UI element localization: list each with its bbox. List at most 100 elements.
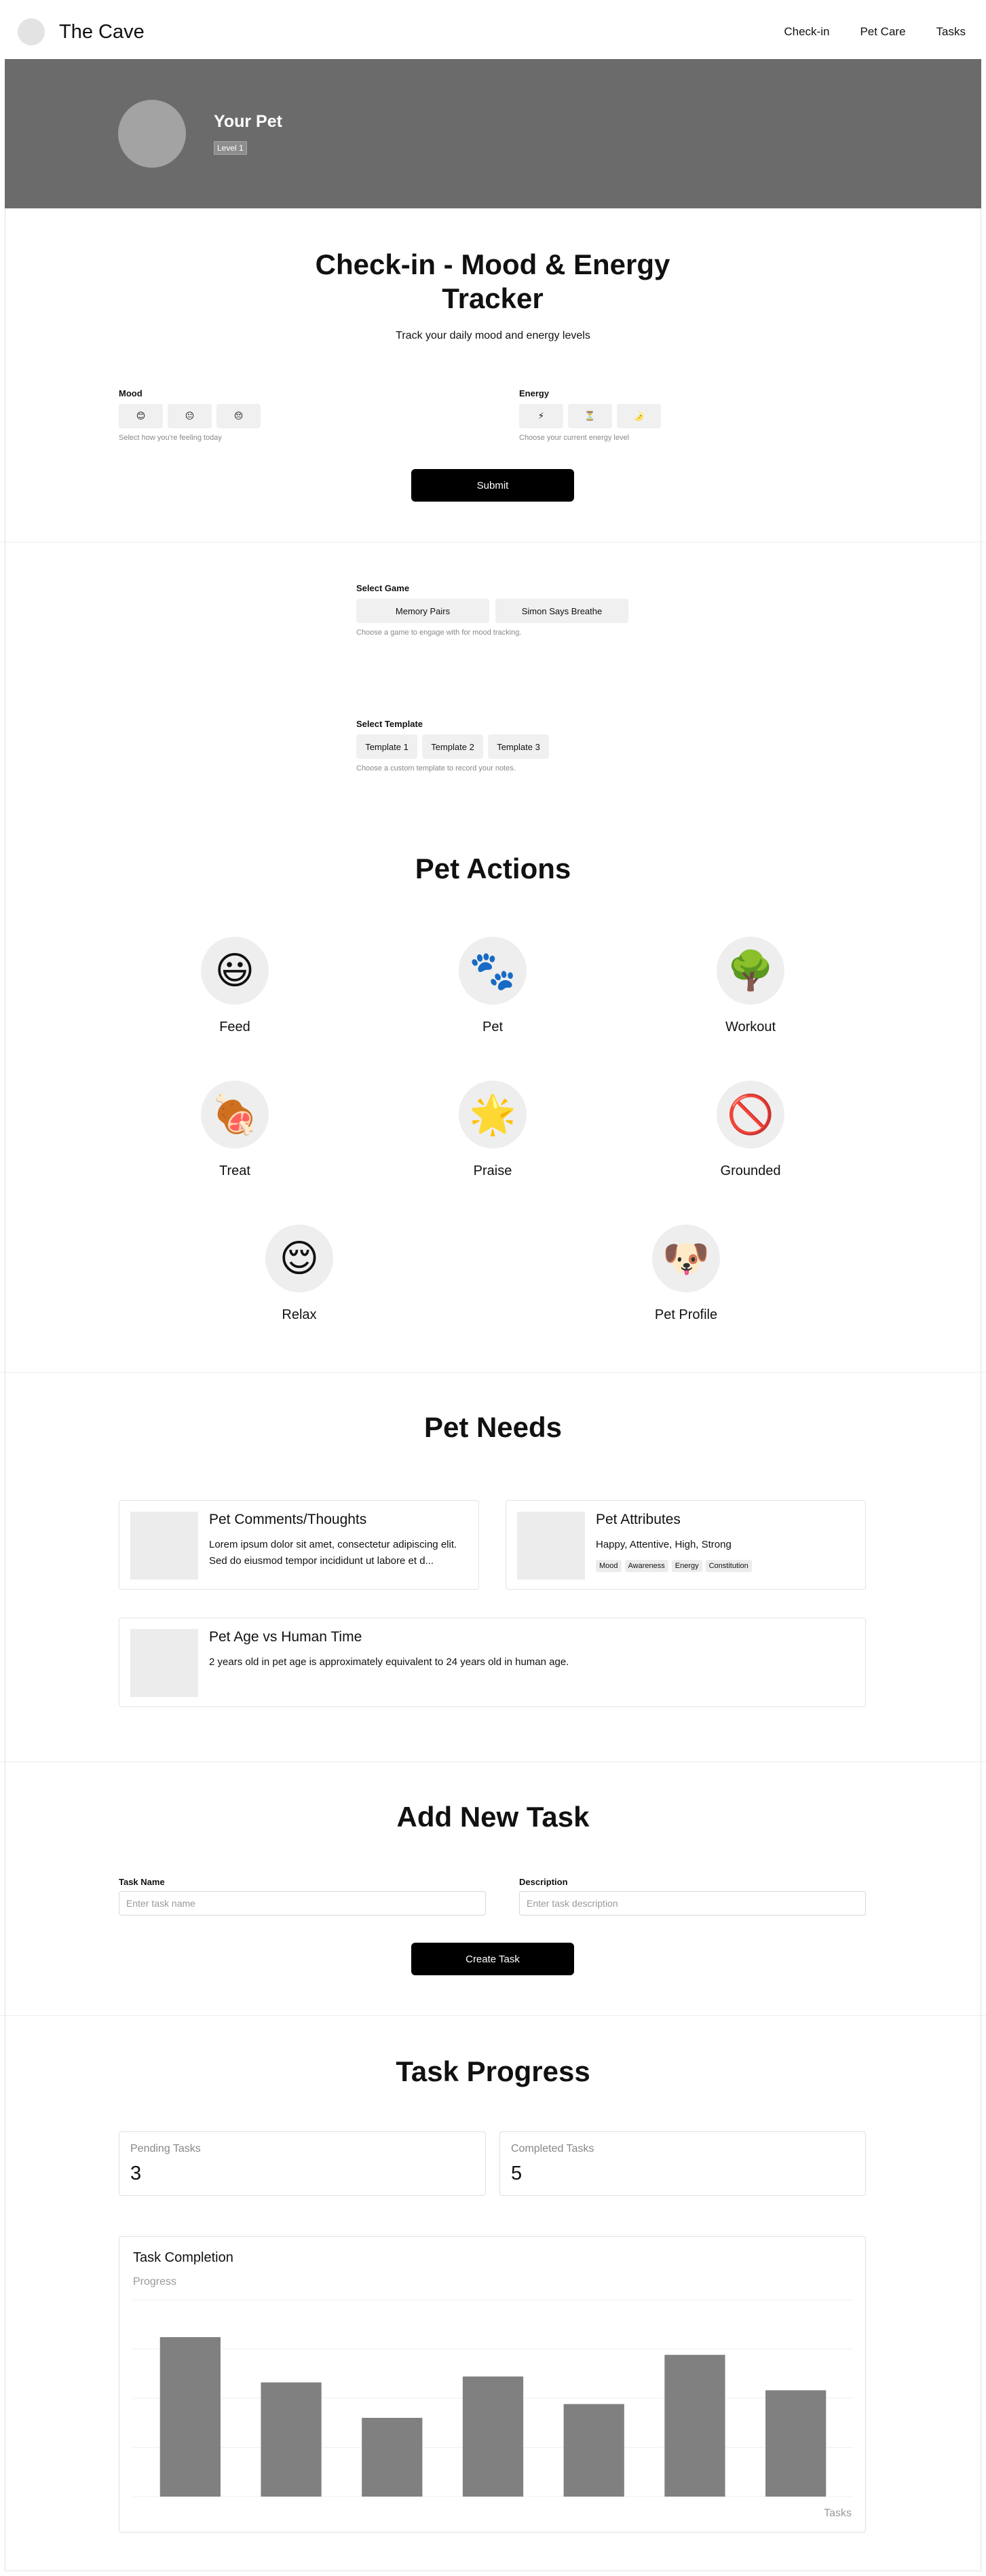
task-completion-chart-card: Task Completion Progress Tasks: [119, 2236, 866, 2533]
relieved-face-icon: 😌: [265, 1225, 333, 1292]
dog-face-icon: 🐶: [652, 1225, 720, 1292]
action-label: Feed: [219, 1020, 250, 1034]
action-feed[interactable]: 😃 Feed: [167, 937, 303, 1035]
pet-level-badge: Level 1: [214, 141, 247, 155]
tree-icon: 🌳: [717, 937, 784, 1005]
pet-needs-title: Pet Needs: [423, 1411, 563, 1443]
pending-tasks-card: Pending Tasks 3: [119, 2131, 486, 2196]
action-label: Workout: [725, 1020, 776, 1034]
task-name-field: Task Name Enter task name: [119, 1877, 486, 1916]
chart-title: Task Completion: [133, 2250, 233, 2265]
logo-icon[interactable]: [18, 18, 45, 45]
tag-mood: Mood: [596, 1560, 622, 1572]
chart-bar[interactable]: [462, 2376, 524, 2497]
comments-image: [130, 1512, 198, 1580]
energy-field: Energy ⚡ ⏳ 🌛 Choose your current energy …: [519, 388, 661, 442]
tag-awareness: Awareness: [624, 1560, 668, 1572]
add-task-title: Add New Task: [396, 1801, 590, 1833]
template-options: Template 1 Template 2 Template 3: [356, 734, 549, 759]
task-progress-title: Task Progress: [396, 2055, 590, 2087]
chart-bar[interactable]: [664, 2355, 725, 2497]
top-navbar: The Cave Check-in Pet Care Tasks: [5, 5, 981, 59]
mood-option-neutral[interactable]: 😐: [168, 404, 212, 428]
page: The Cave Check-in Pet Care Tasks Your Pe…: [0, 0, 986, 2576]
create-task-button[interactable]: Create Task: [411, 1943, 574, 1975]
chart-bar[interactable]: [362, 2418, 423, 2497]
action-label: Praise: [473, 1163, 512, 1178]
template-option-2[interactable]: Template 2: [422, 734, 483, 759]
attribute-tags: Mood Awareness Energy Constitution: [596, 1560, 752, 1572]
task-completion-chart: [133, 2299, 853, 2497]
game-option-memory-pairs[interactable]: Memory Pairs: [356, 599, 489, 623]
mood-label: Mood: [119, 388, 143, 398]
energy-hint: Choose your current energy level: [519, 434, 630, 442]
template-option-3[interactable]: Template 3: [488, 734, 549, 759]
section-divider: [0, 1372, 986, 1373]
task-name-input[interactable]: Enter task name: [119, 1891, 486, 1916]
description-input[interactable]: Enter task description: [519, 1891, 866, 1916]
task-description-field: Description Enter task description: [519, 1877, 866, 1916]
nav-link-tasks[interactable]: Tasks: [936, 25, 966, 39]
action-label: Relax: [282, 1307, 317, 1322]
description-label: Description: [519, 1877, 568, 1887]
task-name-label: Task Name: [119, 1877, 165, 1887]
mood-field: Mood 😊 😐 😔 Select how you're feeling tod…: [119, 388, 261, 442]
age-image: [130, 1629, 198, 1697]
age-title: Pet Age vs Human Time: [209, 1629, 362, 1645]
mood-option-sad[interactable]: 😔: [216, 404, 261, 428]
completed-tasks-label: Completed Tasks: [511, 2143, 594, 2154]
mood-options: 😊 😐 😔: [119, 404, 261, 428]
template-hint: Choose a custom template to record your …: [356, 764, 516, 772]
template-select: Select Template Template 1 Template 2 Te…: [356, 719, 549, 772]
template-option-1[interactable]: Template 1: [356, 734, 417, 759]
nav-link-pet-care[interactable]: Pet Care: [860, 25, 905, 39]
game-select: Select Game Memory Pairs Simon Says Brea…: [356, 583, 628, 637]
chart-bar[interactable]: [159, 2337, 221, 2497]
submit-button[interactable]: Submit: [411, 469, 574, 502]
comments-title: Pet Comments/Thoughts: [209, 1512, 367, 1527]
pet-hero-banner: Your Pet Level 1: [5, 59, 981, 208]
game-option-simon-says[interactable]: Simon Says Breathe: [495, 599, 628, 623]
action-treat[interactable]: 🍖 Treat: [167, 1081, 303, 1179]
game-hint: Choose a game to engage with for mood tr…: [356, 629, 522, 637]
feed-icon: 😃: [201, 937, 269, 1005]
tag-energy: Energy: [671, 1560, 702, 1572]
pet-actions-title: Pet Actions: [415, 853, 571, 884]
energy-label: Energy: [519, 388, 550, 398]
template-label: Select Template: [356, 719, 423, 729]
attributes-text: Happy, Attentive, High, Strong: [596, 1539, 732, 1550]
chart-x-axis-label: Tasks: [824, 2507, 852, 2519]
game-label: Select Game: [356, 583, 410, 593]
action-workout[interactable]: 🌳 Workout: [683, 937, 818, 1035]
comments-text: Lorem ipsum dolor sit amet, consectetur …: [209, 1539, 457, 1567]
action-label: Pet Profile: [654, 1307, 718, 1322]
action-pet-profile[interactable]: 🐶 Pet Profile: [618, 1225, 754, 1323]
main-nav: Check-in Pet Care Tasks: [753, 25, 966, 39]
energy-option-low[interactable]: 🌛: [617, 404, 661, 428]
section-divider: [0, 1761, 986, 1762]
chart-bar[interactable]: [563, 2404, 624, 2497]
pending-tasks-label: Pending Tasks: [130, 2143, 201, 2154]
completed-tasks-value: 5: [511, 2163, 523, 2184]
pet-comments-card: Pet Comments/Thoughts Lorem ipsum dolor …: [119, 1500, 479, 1590]
action-pet[interactable]: 🐾 Pet: [425, 937, 561, 1035]
energy-option-medium[interactable]: ⏳: [568, 404, 612, 428]
section-divider: [0, 2015, 986, 2016]
brand-title[interactable]: The Cave: [59, 21, 145, 43]
energy-option-high[interactable]: ⚡: [519, 404, 563, 428]
action-grounded[interactable]: 🚫 Grounded: [683, 1081, 818, 1179]
star-icon: 🌟: [459, 1081, 527, 1149]
action-label: Grounded: [720, 1163, 781, 1178]
chart-bar[interactable]: [261, 2382, 322, 2497]
tag-constitution: Constitution: [705, 1560, 752, 1572]
attributes-image: [517, 1512, 585, 1580]
chart-bar[interactable]: [765, 2390, 827, 2497]
mood-hint: Select how you're feeling today: [119, 434, 222, 442]
mood-option-happy[interactable]: 😊: [119, 404, 163, 428]
action-praise[interactable]: 🌟 Praise: [425, 1081, 561, 1179]
action-relax[interactable]: 😌 Relax: [231, 1225, 367, 1323]
nav-link-checkin[interactable]: Check-in: [784, 25, 829, 39]
game-options: Memory Pairs Simon Says Breathe: [356, 599, 628, 623]
energy-options: ⚡ ⏳ 🌛: [519, 404, 661, 428]
pet-age-card: Pet Age vs Human Time 2 years old in pet…: [119, 1618, 866, 1707]
